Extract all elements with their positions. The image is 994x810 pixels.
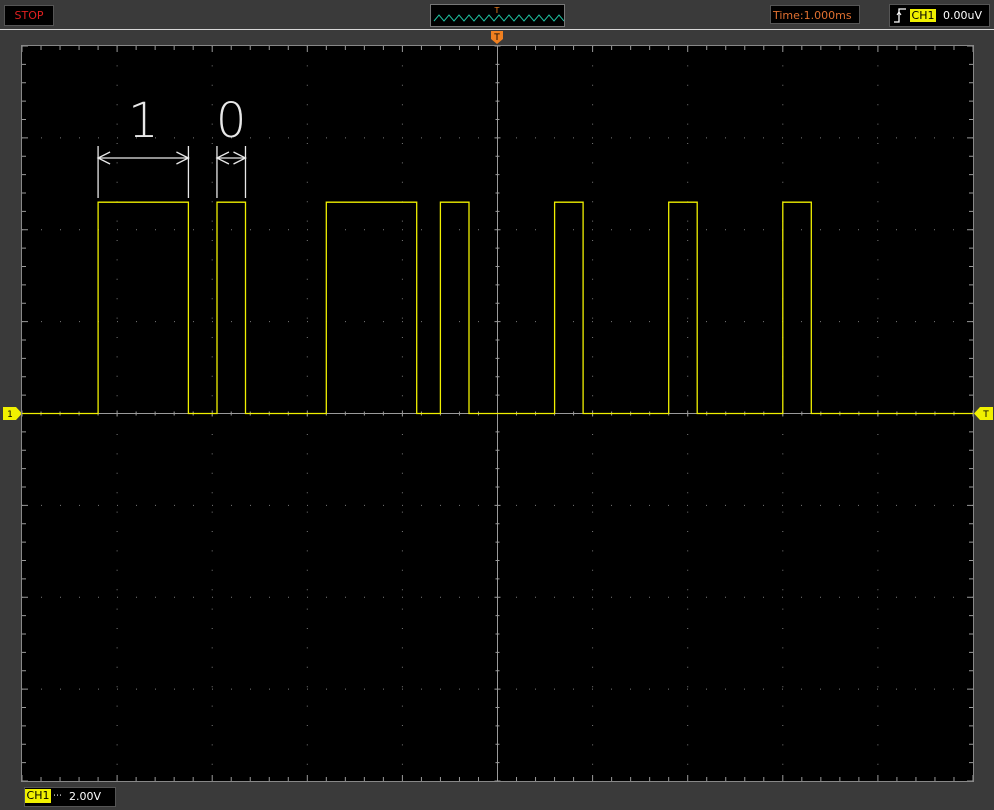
ch1-volts-per-div: 2.00V — [69, 790, 102, 803]
bit-zero-width-marker — [215, 146, 247, 198]
ch1-badge: CH1 — [25, 789, 51, 803]
bit-zero-label: 0 — [216, 93, 247, 149]
ch1-ground-marker[interactable]: 1 — [3, 407, 22, 420]
bit-annotations: 1 0 — [96, 93, 247, 198]
trigger-channel-badge: CH1 — [910, 9, 936, 22]
overview-trigger-marker: T — [494, 6, 500, 15]
divider — [0, 29, 994, 30]
rising-edge-icon — [894, 8, 906, 23]
dc-coupling-icon: ⋯ — [53, 791, 62, 801]
bit-one-width-marker — [96, 146, 190, 198]
ground-marker-label: 1 — [7, 410, 13, 420]
waveform-display[interactable]: 1 0 — [21, 45, 974, 782]
trigger-level-marker[interactable]: T — [974, 407, 993, 420]
overview-trace: T — [433, 6, 565, 22]
run-state-indicator[interactable]: STOP — [4, 5, 54, 26]
trigger-level: 0.00uV — [943, 9, 982, 22]
status-bar: STOP T Time:1.000ms CH1 0.00uV — [0, 0, 994, 30]
trigger-readout[interactable]: CH1 0.00uV — [889, 4, 990, 27]
waveform-overview[interactable]: T — [430, 4, 565, 27]
ch1-settings[interactable]: CH1 ⋯ 2.00V — [24, 787, 116, 807]
bit-one-label: 1 — [128, 93, 159, 149]
waveform-graticule: 1 0 — [22, 46, 973, 781]
timebase-readout[interactable]: Time:1.000ms — [770, 5, 860, 24]
trigger-position-marker[interactable]: T — [491, 31, 503, 44]
trigger-position-label: T — [493, 33, 500, 43]
trigger-level-marker-label: T — [982, 410, 989, 420]
